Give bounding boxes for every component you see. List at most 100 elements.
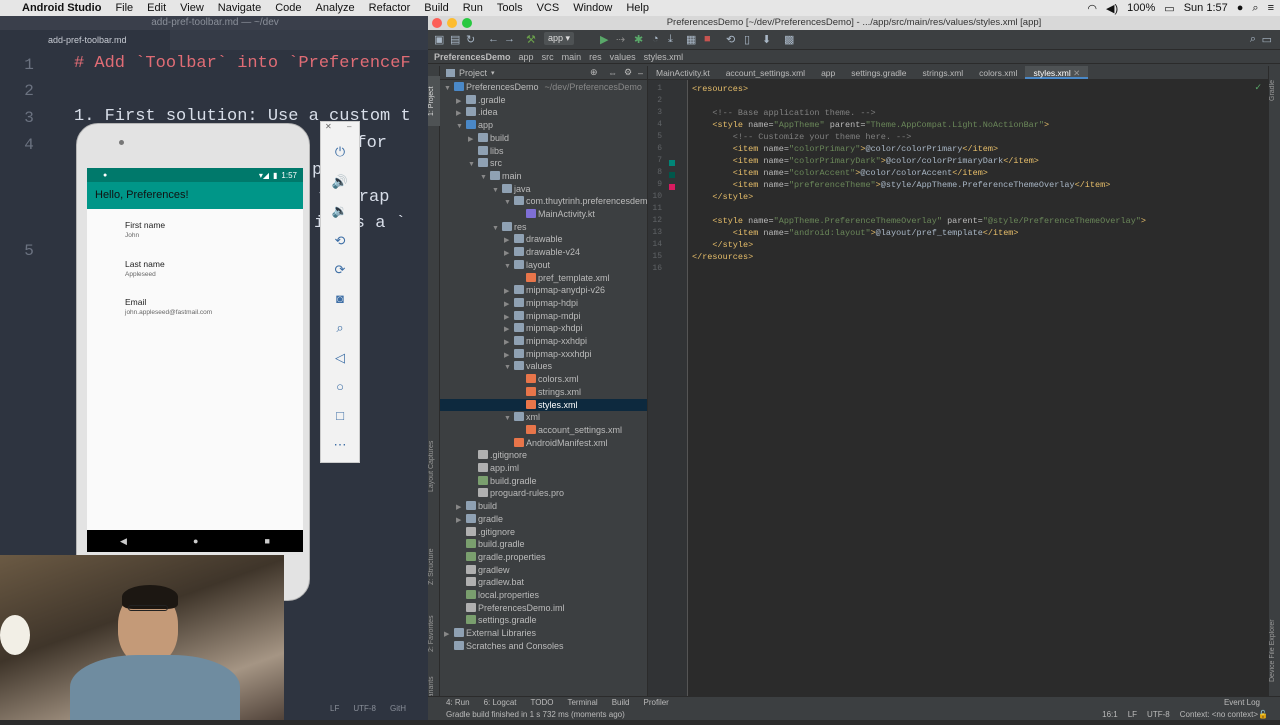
editor-tab[interactable]: account_settings.xml xyxy=(718,66,813,79)
breadcrumb-item[interactable]: src xyxy=(542,52,554,62)
tree-item[interactable]: app.iml xyxy=(440,462,647,475)
editor-tab[interactable]: colors.xml xyxy=(971,66,1025,79)
debug-icon[interactable]: ✱ xyxy=(634,33,643,46)
tool-tab-project[interactable]: 1: Project xyxy=(428,76,440,126)
tree-item[interactable]: ▶ External Libraries xyxy=(440,627,647,640)
volume-icon[interactable]: ◀) xyxy=(1106,2,1118,15)
tree-item[interactable]: ▼ PreferencesDemo ~/dev/PreferencesDemo xyxy=(440,81,647,94)
coverage-icon[interactable]: ▦ xyxy=(686,33,696,46)
pref-email[interactable]: Email john.appleseed@fastmail.com xyxy=(125,297,212,316)
tree-item[interactable]: pref_template.xml xyxy=(440,272,647,285)
tree-item[interactable]: gradle.properties xyxy=(440,551,647,564)
md-status-encoding[interactable]: UTF-8 xyxy=(353,704,376,713)
menu-view[interactable]: View xyxy=(180,2,204,14)
menu-tools[interactable]: Tools xyxy=(497,2,523,14)
gradle-sync-icon[interactable]: ⟲ xyxy=(726,33,735,46)
volume-up-icon[interactable]: 🔊 xyxy=(321,174,359,190)
md-status-lf[interactable]: LF xyxy=(330,704,339,713)
open-folder-icon[interactable]: ▣ xyxy=(434,33,444,46)
menu-edit[interactable]: Edit xyxy=(147,2,166,14)
tree-item[interactable]: ▶ gradle xyxy=(440,513,647,526)
search-everywhere-icon[interactable]: ⌕ xyxy=(1250,33,1256,46)
breadcrumb-item[interactable]: res xyxy=(589,52,602,62)
tree-item[interactable]: ▶ mipmap-mdpi xyxy=(440,310,647,323)
tree-item[interactable]: .gitignore xyxy=(440,449,647,462)
tool-tab-terminal[interactable]: Terminal xyxy=(567,698,597,707)
breadcrumb-item[interactable]: styles.xml xyxy=(644,52,684,62)
app-menu-name[interactable]: Android Studio xyxy=(22,2,101,14)
close-icon[interactable]: ✕ xyxy=(325,122,332,131)
context-info[interactable]: Context: <no context> xyxy=(1180,710,1258,719)
tool-tab-event-log[interactable]: Event Log xyxy=(1224,698,1260,707)
tool-tab-structure[interactable]: Z: Structure xyxy=(428,542,440,592)
tree-item[interactable]: PreferencesDemo.iml xyxy=(440,602,647,615)
editor-tab[interactable]: styles.xml ✕ xyxy=(1025,66,1089,79)
tree-item[interactable]: ▼ src xyxy=(440,157,647,170)
battery-icon[interactable]: ▭ xyxy=(1164,2,1174,15)
inspection-ok-icon[interactable]: ✓ xyxy=(1254,82,1262,93)
status-message[interactable]: Gradle build finished in 1 s 732 ms (mom… xyxy=(446,710,625,719)
tree-item[interactable]: account_settings.xml xyxy=(440,424,647,437)
tree-item[interactable]: build.gradle xyxy=(440,475,647,488)
tree-item[interactable]: ▼ layout xyxy=(440,259,647,272)
menu-build[interactable]: Build xyxy=(424,2,448,14)
breadcrumb-item[interactable]: main xyxy=(562,52,582,62)
locate-icon[interactable]: ⊕ xyxy=(590,67,598,78)
file-encoding[interactable]: UTF-8 xyxy=(1147,710,1170,719)
tool-tab-layout-captures[interactable]: Layout Captures xyxy=(428,426,440,506)
md-status-github[interactable]: GitH xyxy=(390,704,406,713)
menu-code[interactable]: Code xyxy=(275,2,301,14)
tree-item[interactable]: ▼ app xyxy=(440,119,647,132)
caret-position[interactable]: 16:1 xyxy=(1102,710,1118,719)
tree-item[interactable]: build.gradle xyxy=(440,538,647,551)
pref-first-name[interactable]: First name John xyxy=(125,220,165,239)
tree-item[interactable]: ▶ .idea xyxy=(440,106,647,119)
nav-recents-icon[interactable]: ■ xyxy=(265,536,270,546)
clock[interactable]: Sun 1:57 xyxy=(1184,2,1228,14)
tool-tab-favorites[interactable]: 2: Favorites xyxy=(428,606,440,661)
code-editor[interactable]: 1 2 3 4 5 6 7 8 9 10 11 12 13 14 15 16 <resources> <!--… xyxy=(648,80,1268,696)
tree-item[interactable]: gradlew xyxy=(440,564,647,577)
camera-icon[interactable]: ◙ xyxy=(321,291,359,306)
tree-item[interactable]: ▶ build xyxy=(440,500,647,513)
tree-item[interactable]: strings.xml xyxy=(440,386,647,399)
tree-item[interactable]: local.properties xyxy=(440,589,647,602)
tree-item[interactable]: ▶ drawable-v24 xyxy=(440,246,647,259)
gear-icon[interactable]: ⚙ xyxy=(624,67,632,78)
nav-back-icon[interactable]: ◀ xyxy=(120,536,127,547)
home-icon[interactable]: ○ xyxy=(321,379,359,394)
window-minimize-button[interactable] xyxy=(447,18,457,28)
tree-item[interactable]: ▶ drawable xyxy=(440,233,647,246)
tool-tab-device-file-explorer[interactable]: Device File Explorer xyxy=(1269,606,1280,696)
project-structure-icon[interactable]: ▩ xyxy=(784,33,794,46)
menu-run[interactable]: Run xyxy=(463,2,483,14)
breadcrumb-item[interactable]: app xyxy=(519,52,534,62)
tree-item[interactable]: Scratches and Consoles xyxy=(440,640,647,653)
back-icon[interactable]: ◁ xyxy=(321,350,359,366)
menu-vcs[interactable]: VCS xyxy=(537,2,560,14)
more-icon[interactable]: ⋯ xyxy=(321,437,359,453)
chevron-down-icon[interactable]: ▾ xyxy=(491,69,495,77)
tool-tab-gradle[interactable]: Gradle xyxy=(1269,70,1280,110)
tree-item[interactable]: gradlew.bat xyxy=(440,576,647,589)
tree-item[interactable]: proguard-rules.pro xyxy=(440,487,647,500)
make-project-icon[interactable]: ⚒ xyxy=(526,33,536,46)
breadcrumb-item[interactable]: PreferencesDemo xyxy=(434,52,511,62)
editor-tab[interactable]: settings.gradle xyxy=(843,66,914,79)
pref-last-name[interactable]: Last name Appleseed xyxy=(125,259,165,278)
tree-item[interactable]: MainActivity.kt xyxy=(440,208,647,221)
tree-item[interactable]: ▼ values xyxy=(440,360,647,373)
tree-item[interactable]: ▼ java xyxy=(440,183,647,196)
tool-tab-build[interactable]: Build xyxy=(612,698,630,707)
tree-item[interactable]: settings.gradle xyxy=(440,614,647,627)
tree-item[interactable]: ▼ com.thuytrinh.preferencesdem xyxy=(440,195,648,208)
tool-tab-logcat[interactable]: 6: Logcat xyxy=(484,698,517,707)
zoom-icon[interactable]: ⌕ xyxy=(321,320,359,336)
tree-item[interactable]: .gitignore xyxy=(440,526,647,539)
menu-window[interactable]: Window xyxy=(573,2,612,14)
avd-manager-icon[interactable]: ▯ xyxy=(744,33,750,46)
nav-home-icon[interactable]: ● xyxy=(193,536,198,546)
user-avatar-icon[interactable]: ● xyxy=(1237,2,1244,14)
spotlight-search-icon[interactable]: ⌕ xyxy=(1252,2,1258,15)
line-separator[interactable]: LF xyxy=(1128,710,1137,719)
